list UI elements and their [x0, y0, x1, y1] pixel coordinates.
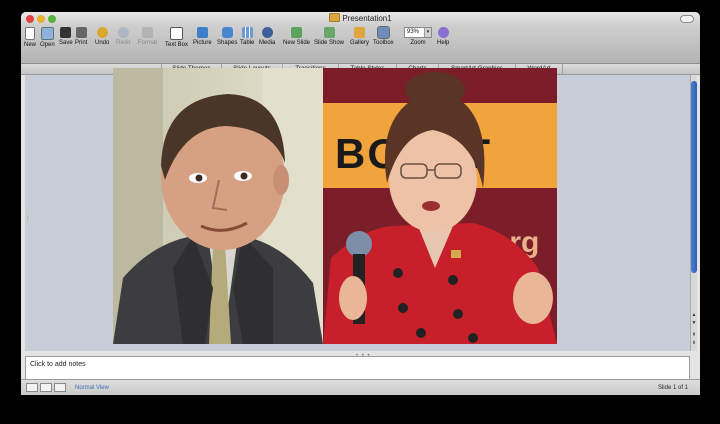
photo-man-in-suit[interactable] — [113, 68, 323, 344]
shapes-button[interactable]: Shapes — [217, 27, 237, 46]
scroll-up-icon[interactable]: ▲ — [691, 311, 697, 319]
zoom-control[interactable]: 93% ▾ Zoom — [404, 27, 432, 46]
picture-button-label: Picture — [193, 40, 212, 46]
slide-show-view-button[interactable] — [54, 383, 66, 392]
notes-placeholder: Click to add notes — [30, 361, 86, 368]
text-box-button[interactable]: Text Box — [165, 27, 188, 48]
status-bar: Normal View Slide 1 of 1 — [21, 379, 700, 395]
photo-woman-speaking[interactable]: BOLOT org — [323, 68, 557, 344]
new-button-label: New — [24, 42, 37, 48]
media-button-label: Media — [259, 40, 276, 46]
woman-portrait-image — [323, 72, 557, 344]
format-brush-icon — [142, 27, 153, 38]
scrollbar-thumb[interactable] — [691, 81, 697, 273]
redo-button[interactable]: Redo — [116, 27, 130, 46]
picture-button[interactable]: Picture — [193, 27, 212, 46]
normal-view-button[interactable] — [26, 383, 38, 392]
shapes-button-label: Shapes — [217, 40, 238, 46]
vertical-scrollbar[interactable]: ▲ ▼ ⇞ ⇟ — [690, 75, 697, 351]
zoom-field[interactable]: 93% ▾ — [404, 27, 432, 38]
redo-icon — [117, 27, 129, 38]
man-portrait-image — [113, 68, 323, 344]
new-slide-icon — [291, 27, 302, 38]
help-button-label: Help — [437, 40, 450, 46]
open-icon — [40, 27, 54, 40]
open-button[interactable]: Open — [40, 27, 55, 48]
slide-show-button[interactable]: Slide Show — [314, 27, 344, 46]
table-button-label: Table — [240, 40, 255, 46]
notes-pane[interactable]: Click to add notes — [25, 356, 690, 380]
new-doc-icon — [25, 27, 35, 40]
slide-canvas[interactable]: ⋮ org — [25, 68, 692, 351]
title-bar: Presentation1 — [21, 12, 700, 25]
undo-button-label: Undo — [95, 40, 110, 46]
slide-show-button-label: Slide Show — [314, 40, 345, 46]
chevron-down-icon[interactable]: ▾ — [424, 28, 431, 37]
toolbar-toggle-button[interactable] — [680, 15, 694, 23]
save-button-label: Save — [59, 40, 73, 46]
gallery-button-label: Gallery — [350, 40, 370, 46]
toolbox-button-label: Toolbox — [373, 40, 394, 46]
text-box-icon — [170, 27, 183, 40]
media-icon — [261, 27, 273, 38]
text-box-button-label: Text Box — [165, 42, 189, 48]
zoom-value: 93% — [407, 29, 420, 35]
slide-sorter-view-button[interactable] — [40, 383, 52, 392]
table-button[interactable]: Table — [240, 27, 254, 46]
toolbox-icon — [376, 26, 390, 39]
standard-toolbar: New Open Save Print Undo Redo Format Tex… — [21, 25, 700, 64]
gallery-button[interactable]: Gallery — [350, 27, 369, 46]
print-icon — [75, 27, 87, 38]
print-button-label: Print — [75, 40, 88, 46]
save-icon — [60, 27, 72, 38]
window-title-text: Presentation1 — [342, 14, 392, 23]
gallery-icon — [354, 27, 365, 38]
new-button[interactable]: New — [24, 27, 36, 48]
pane-resize-handle[interactable]: ⋮ — [25, 215, 31, 222]
help-icon — [437, 27, 449, 38]
next-slide-icon[interactable]: ⇟ — [691, 339, 697, 347]
new-slide-button[interactable]: New Slide — [283, 27, 310, 46]
open-button-label: Open — [40, 42, 55, 48]
save-button[interactable]: Save — [59, 27, 73, 46]
zoom-label: Zoom — [410, 40, 426, 46]
format-button-label: Format — [138, 40, 158, 46]
undo-button[interactable]: Undo — [95, 27, 109, 46]
slide-show-icon — [323, 27, 335, 38]
current-view-label: Normal View — [75, 385, 109, 391]
picture-icon — [196, 27, 208, 38]
print-button[interactable]: Print — [75, 27, 87, 46]
shapes-icon — [221, 27, 233, 38]
slide-counter: Slide 1 of 1 — [657, 385, 688, 391]
media-button[interactable]: Media — [259, 27, 275, 46]
new-slide-button-label: New Slide — [283, 40, 311, 46]
window-title: Presentation1 — [21, 13, 700, 23]
previous-slide-icon[interactable]: ⇞ — [691, 331, 697, 339]
powerpoint-window: Presentation1 New Open Save Print Undo R… — [21, 12, 700, 395]
document-icon — [329, 13, 341, 22]
table-icon — [241, 27, 253, 38]
slide[interactable]: BOLOT org — [113, 68, 557, 344]
format-button[interactable]: Format — [138, 27, 157, 46]
help-button[interactable]: Help — [437, 27, 449, 46]
undo-icon — [96, 27, 108, 38]
toolbox-button[interactable]: Toolbox — [373, 26, 394, 46]
scroll-down-icon[interactable]: ▼ — [691, 319, 697, 327]
redo-button-label: Redo — [116, 40, 131, 46]
